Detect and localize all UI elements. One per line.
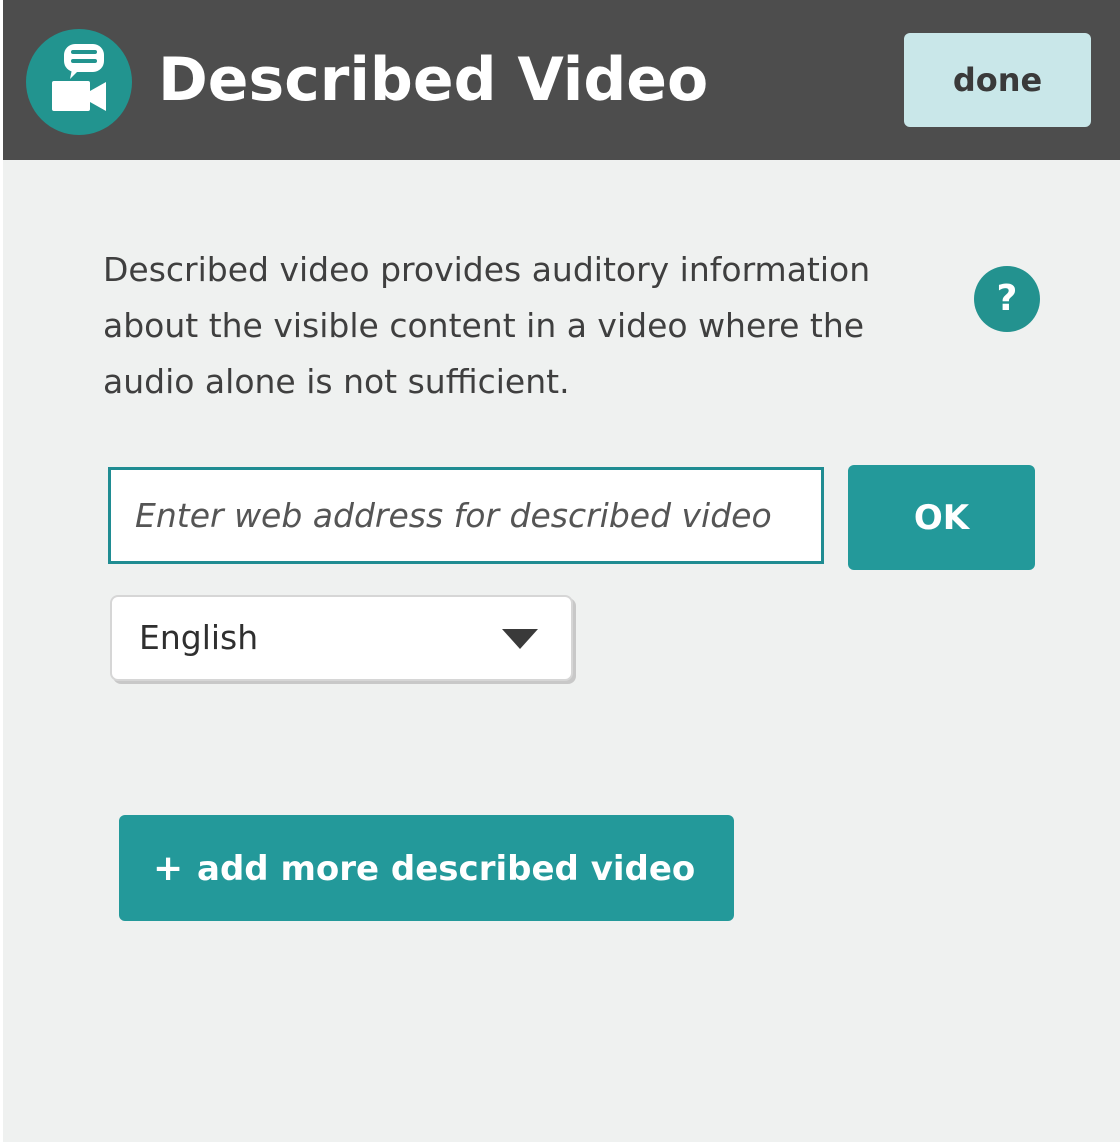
chevron-down-icon [502,629,538,649]
help-button[interactable]: ? [974,266,1040,332]
add-more-described-video-button[interactable]: + add more described video [119,815,734,921]
add-more-label: add more described video [197,848,696,889]
ok-button[interactable]: OK [848,465,1035,570]
plus-icon: + [153,847,184,889]
done-button[interactable]: done [904,33,1091,127]
video-url-input[interactable] [108,467,824,564]
page-title: Described Video [158,45,709,115]
described-video-logo-icon [26,29,132,135]
language-selected-value: English [139,618,259,657]
description-text: Described video provides auditory inform… [103,250,871,401]
language-select[interactable]: English [110,595,573,681]
panel-header: Described Video done [3,0,1120,160]
described-video-panel: Described Video done Described video pro… [3,0,1120,1142]
